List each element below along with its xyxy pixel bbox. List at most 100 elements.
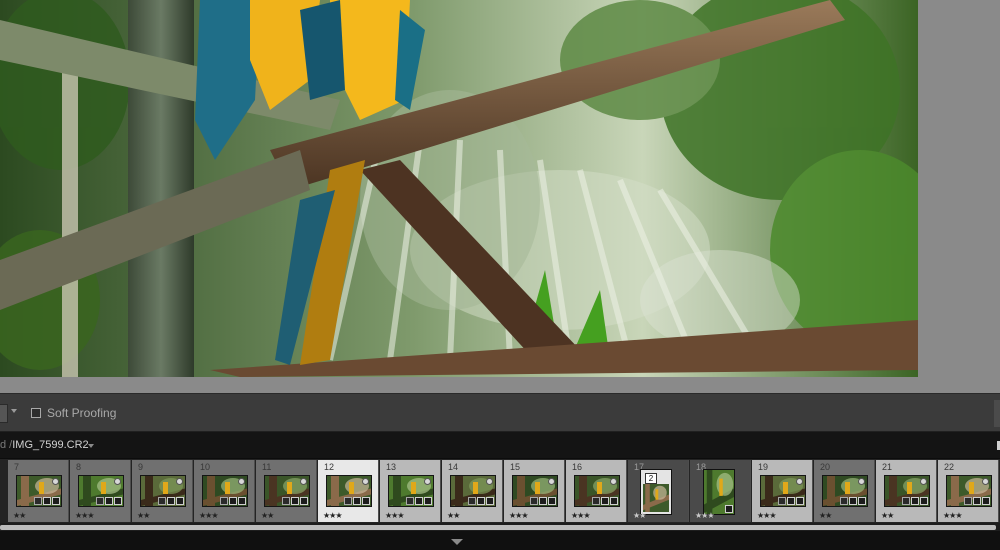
crop-icon[interactable] xyxy=(610,497,618,505)
crop-icon[interactable] xyxy=(114,497,122,505)
crop-icon[interactable] xyxy=(486,497,494,505)
metadata-icon[interactable] xyxy=(902,497,910,505)
metadata-icon[interactable] xyxy=(592,497,600,505)
thumbnail-image[interactable] xyxy=(884,475,930,507)
star-rating[interactable]: ★★★ xyxy=(323,511,342,520)
adjusted-icon[interactable] xyxy=(849,497,857,505)
adjusted-icon[interactable] xyxy=(167,497,175,505)
crop-icon[interactable] xyxy=(725,505,733,513)
adjusted-icon[interactable] xyxy=(787,497,795,505)
star-rating[interactable]: ★★★ xyxy=(757,511,776,520)
stack-count-badge[interactable]: 2 xyxy=(645,473,657,484)
filmstrip-cell[interactable]: 16 ★★★ xyxy=(566,460,627,522)
metadata-icon[interactable] xyxy=(96,497,104,505)
adjusted-icon[interactable] xyxy=(911,497,919,505)
metadata-icon[interactable] xyxy=(964,497,972,505)
thumbnail-image[interactable] xyxy=(450,475,496,507)
thumbnail-image[interactable] xyxy=(78,475,124,507)
star-rating[interactable]: ★★★ xyxy=(571,511,590,520)
stack-thumbnail[interactable]: 2 xyxy=(640,469,672,515)
star-rating[interactable]: ★★ xyxy=(881,511,894,520)
metadata-icon[interactable] xyxy=(158,497,166,505)
adjusted-icon[interactable] xyxy=(353,497,361,505)
star-rating[interactable]: ★★ xyxy=(261,511,274,520)
star-rating[interactable]: ★★ xyxy=(137,511,150,520)
crop-icon[interactable] xyxy=(52,497,60,505)
star-rating[interactable]: ★★★ xyxy=(943,511,962,520)
crop-icon[interactable] xyxy=(920,497,928,505)
star-rating[interactable]: ★★★ xyxy=(199,511,218,520)
filmstrip-cell[interactable]: 20 ★★ xyxy=(814,460,875,522)
filmstrip-scroll-thumb[interactable] xyxy=(0,525,996,530)
star-rating[interactable]: ★★★ xyxy=(695,511,714,520)
filmstrip-scrollbar[interactable] xyxy=(0,523,1000,531)
metadata-icon[interactable] xyxy=(778,497,786,505)
thumbnail-image[interactable] xyxy=(512,475,558,507)
star-rating[interactable]: ★★ xyxy=(13,511,26,520)
metadata-icon[interactable] xyxy=(282,497,290,505)
filmstrip-source-path[interactable]: d /IMG_7599.CR2 xyxy=(0,439,89,451)
soft-proofing-checkbox[interactable] xyxy=(31,408,41,418)
thumbnail-image[interactable] xyxy=(16,475,62,507)
crop-icon[interactable] xyxy=(982,497,990,505)
adjusted-icon[interactable] xyxy=(539,497,547,505)
metadata-icon[interactable] xyxy=(406,497,414,505)
thumbnail-image[interactable] xyxy=(574,475,620,507)
filmstrip-cell[interactable]: 8 ★★★ xyxy=(70,460,131,522)
crop-icon[interactable] xyxy=(300,497,308,505)
star-rating[interactable]: ★★★ xyxy=(509,511,528,520)
filmstrip-cell[interactable]: 11 ★★ xyxy=(256,460,317,522)
crop-icon[interactable] xyxy=(548,497,556,505)
thumbnail-image[interactable] xyxy=(388,475,434,507)
view-mode-chevron-down-icon[interactable] xyxy=(11,409,17,413)
adjusted-icon[interactable] xyxy=(415,497,423,505)
star-rating[interactable]: ★★★ xyxy=(75,511,94,520)
crop-icon[interactable] xyxy=(362,497,370,505)
filmstrip-cell[interactable]: 7 ★★ xyxy=(8,460,69,522)
soft-proofing-label[interactable]: Soft Proofing xyxy=(47,406,116,420)
thumbnail-image[interactable] xyxy=(946,475,992,507)
metadata-icon[interactable] xyxy=(34,497,42,505)
filmstrip-cell[interactable]: 22 ★★★ xyxy=(938,460,999,522)
star-rating[interactable]: ★★ xyxy=(819,511,832,520)
adjusted-icon[interactable] xyxy=(105,497,113,505)
crop-icon[interactable] xyxy=(176,497,184,505)
filmstrip-cell[interactable]: 17 2 ★★ xyxy=(628,460,689,522)
thumbnail-image[interactable] xyxy=(326,475,372,507)
crop-icon[interactable] xyxy=(238,497,246,505)
thumbnail-image[interactable] xyxy=(760,475,806,507)
filmstrip-cell[interactable]: 14 ★★ xyxy=(442,460,503,522)
crop-icon[interactable] xyxy=(424,497,432,505)
main-photo-macaws[interactable] xyxy=(0,0,918,377)
filmstrip-cell[interactable]: 9 ★★ xyxy=(132,460,193,522)
star-rating[interactable]: ★★ xyxy=(447,511,460,520)
star-rating[interactable]: ★★ xyxy=(633,511,646,520)
loupe-view[interactable] xyxy=(0,0,1000,393)
thumbnail-image[interactable] xyxy=(703,469,735,515)
adjusted-icon[interactable] xyxy=(291,497,299,505)
filmstrip-cell[interactable]: 10 ★★★ xyxy=(194,460,255,522)
filmstrip[interactable]: 7 ★★ 8 ★★★ 9 ★★ 10 ★★★ 11 ★★ 12 ★★★ 13 ★★★ 14 ★★ 15 ★★★ 16… xyxy=(0,459,1000,523)
thumbnail-image[interactable] xyxy=(202,475,248,507)
thumbnail-image[interactable] xyxy=(264,475,310,507)
filmstrip-cell[interactable]: 12 ★★★ xyxy=(318,460,379,522)
adjusted-icon[interactable] xyxy=(229,497,237,505)
filmstrip-cell[interactable]: 15 ★★★ xyxy=(504,460,565,522)
filmstrip-cell[interactable]: 19 ★★★ xyxy=(752,460,813,522)
metadata-icon[interactable] xyxy=(220,497,228,505)
crop-icon[interactable] xyxy=(858,497,866,505)
crop-icon[interactable] xyxy=(796,497,804,505)
collapse-filmstrip-chevron-down-icon[interactable] xyxy=(451,539,463,545)
metadata-icon[interactable] xyxy=(530,497,538,505)
thumbnail-image[interactable] xyxy=(140,475,186,507)
adjusted-icon[interactable] xyxy=(601,497,609,505)
filmstrip-cell[interactable]: 18 ★★★ xyxy=(690,460,751,522)
adjusted-icon[interactable] xyxy=(43,497,51,505)
metadata-icon[interactable] xyxy=(468,497,476,505)
star-rating[interactable]: ★★★ xyxy=(385,511,404,520)
view-mode-button[interactable] xyxy=(0,404,8,423)
filename-chevron-down-icon[interactable] xyxy=(88,444,94,448)
adjusted-icon[interactable] xyxy=(477,497,485,505)
filmstrip-cell[interactable]: 21 ★★ xyxy=(876,460,937,522)
filmstrip-cell[interactable]: 13 ★★★ xyxy=(380,460,441,522)
